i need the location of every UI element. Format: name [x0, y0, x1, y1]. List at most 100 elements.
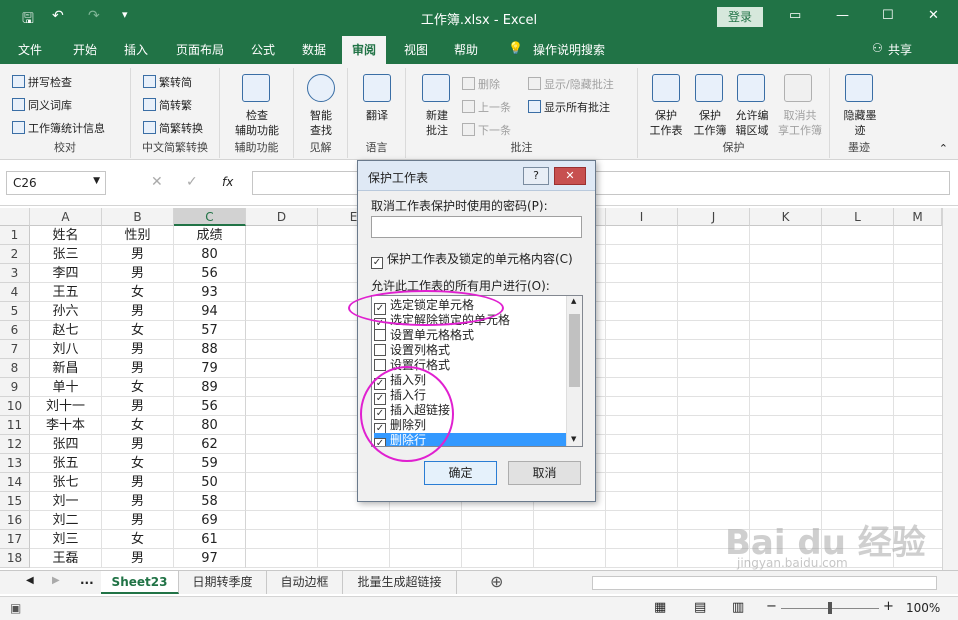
tab-page-layout[interactable]: 页面布局: [176, 41, 224, 58]
next-comment-button[interactable]: 下一条: [462, 122, 511, 138]
horizontal-scrollbar[interactable]: [592, 576, 937, 590]
sheet-tab[interactable]: 批量生成超链接: [343, 571, 457, 594]
close-icon[interactable]: ✕: [928, 8, 939, 23]
maximize-icon[interactable]: ☐: [882, 8, 894, 23]
spell-check-button[interactable]: 拼写检查: [12, 74, 72, 90]
row-header[interactable]: 7: [0, 340, 30, 359]
allow-edit-ranges-icon[interactable]: [737, 74, 765, 102]
unshare-workbook-button[interactable]: 取消共 享工作簿: [772, 108, 828, 138]
column-header[interactable]: C: [174, 208, 246, 226]
grid-cell[interactable]: 男: [102, 492, 174, 511]
scroll-up-icon[interactable]: ▲: [571, 297, 576, 305]
permission-option[interactable]: 设置单元格格式: [374, 328, 566, 343]
translate-button[interactable]: 翻译: [352, 108, 402, 123]
row-header[interactable]: 1: [0, 226, 30, 245]
checkbox-icon[interactable]: [374, 359, 386, 371]
ribbon-display-icon[interactable]: ▭: [789, 8, 801, 23]
column-header[interactable]: I: [606, 208, 678, 226]
row-header[interactable]: 3: [0, 264, 30, 283]
grid-cell[interactable]: 59: [174, 454, 246, 473]
name-box[interactable]: C26 ▼: [6, 171, 106, 195]
zoom-level[interactable]: 100%: [906, 601, 940, 615]
column-header[interactable]: D: [246, 208, 318, 226]
grid-cell[interactable]: 刘三: [30, 530, 102, 549]
trad-to-simp-button[interactable]: 繁转简: [143, 74, 192, 90]
macro-record-icon[interactable]: ▣: [10, 601, 21, 615]
smart-lookup-button[interactable]: 智能 查找: [296, 108, 346, 138]
row-header[interactable]: 4: [0, 283, 30, 302]
ok-button[interactable]: 确定: [424, 461, 497, 485]
grid-cell[interactable]: 刘一: [30, 492, 102, 511]
list-scrollbar[interactable]: ▲ ▼: [566, 296, 582, 446]
grid-cell[interactable]: 姓名: [30, 226, 102, 245]
row-header[interactable]: 10: [0, 397, 30, 416]
grid-cell[interactable]: 李十本: [30, 416, 102, 435]
row-header[interactable]: 14: [0, 473, 30, 492]
grid-cell[interactable]: 成绩: [174, 226, 246, 245]
grid-cell[interactable]: 80: [174, 245, 246, 264]
grid-cell[interactable]: 孙六: [30, 302, 102, 321]
page-layout-view-icon[interactable]: ▤: [694, 600, 706, 615]
confirm-entry-icon[interactable]: ✓: [186, 174, 198, 190]
grid-cell[interactable]: 男: [102, 397, 174, 416]
translate-icon[interactable]: [363, 74, 391, 102]
grid-cell[interactable]: 女: [102, 283, 174, 302]
grid-cell[interactable]: 张五: [30, 454, 102, 473]
zoom-slider-thumb[interactable]: [828, 602, 832, 614]
toggle-comment-button[interactable]: 显示/隐藏批注: [528, 76, 614, 92]
grid-cell[interactable]: 62: [174, 435, 246, 454]
hide-ink-button[interactable]: 隐藏墨迹: [834, 108, 886, 138]
column-header[interactable]: K: [750, 208, 822, 226]
zoom-out-icon[interactable]: −: [766, 599, 777, 614]
permission-option[interactable]: 设置列格式: [374, 343, 566, 358]
tab-review[interactable]: 审阅: [342, 36, 387, 64]
login-button[interactable]: 登录: [717, 7, 763, 27]
grid-cell[interactable]: 刘十一: [30, 397, 102, 416]
simp-to-trad-button[interactable]: 简转繁: [143, 97, 192, 113]
grid-cell[interactable]: 女: [102, 321, 174, 340]
share-button[interactable]: 共享: [888, 41, 912, 58]
scroll-thumb[interactable]: [569, 314, 580, 387]
row-header[interactable]: 16: [0, 511, 30, 530]
grid-cell[interactable]: 张七: [30, 473, 102, 492]
new-comment-icon[interactable]: [422, 74, 450, 102]
row-header[interactable]: 17: [0, 530, 30, 549]
grid-cell[interactable]: 56: [174, 397, 246, 416]
grid-cell[interactable]: 男: [102, 302, 174, 321]
sheet-tab[interactable]: 日期转季度: [179, 571, 267, 594]
protect-workbook-button[interactable]: 保护 工作簿: [686, 108, 734, 138]
zoom-in-icon[interactable]: +: [883, 599, 894, 614]
grid-cell[interactable]: 性别: [102, 226, 174, 245]
tab-view[interactable]: 视图: [404, 41, 428, 58]
grid-cell[interactable]: 56: [174, 264, 246, 283]
show-all-comments-button[interactable]: 显示所有批注: [528, 99, 610, 115]
tab-file[interactable]: 文件: [18, 41, 42, 58]
chinese-conversion-button[interactable]: 简繁转换: [143, 120, 203, 136]
protect-workbook-icon[interactable]: [695, 74, 723, 102]
grid-cell[interactable]: 男: [102, 340, 174, 359]
grid-cell[interactable]: 58: [174, 492, 246, 511]
insert-function-icon[interactable]: fx: [222, 175, 233, 189]
normal-view-icon[interactable]: ▦: [654, 600, 666, 615]
grid-cell[interactable]: 93: [174, 283, 246, 302]
checkbox-icon[interactable]: [374, 344, 386, 356]
row-header[interactable]: 9: [0, 378, 30, 397]
grid-cell[interactable]: 张四: [30, 435, 102, 454]
previous-comment-button[interactable]: 上一条: [462, 99, 511, 115]
tab-insert[interactable]: 插入: [124, 41, 148, 58]
sheet-tab-active[interactable]: Sheet23: [101, 571, 179, 594]
grid-cell[interactable]: 61: [174, 530, 246, 549]
tab-help[interactable]: 帮助: [454, 41, 478, 58]
page-break-view-icon[interactable]: ▥: [732, 600, 744, 615]
cancel-button[interactable]: 取消: [508, 461, 581, 485]
grid-cell[interactable]: 69: [174, 511, 246, 530]
grid-cell[interactable]: 男: [102, 473, 174, 492]
grid-cell[interactable]: 男: [102, 359, 174, 378]
protect-sheet-icon[interactable]: [652, 74, 680, 102]
check-accessibility-button[interactable]: 检查 辅助功能: [228, 108, 286, 138]
column-header[interactable]: M: [894, 208, 942, 226]
grid-cell[interactable]: 97: [174, 549, 246, 568]
tab-formulas[interactable]: 公式: [251, 41, 275, 58]
minimize-icon[interactable]: —: [836, 8, 849, 23]
select-all-corner[interactable]: [0, 208, 30, 226]
